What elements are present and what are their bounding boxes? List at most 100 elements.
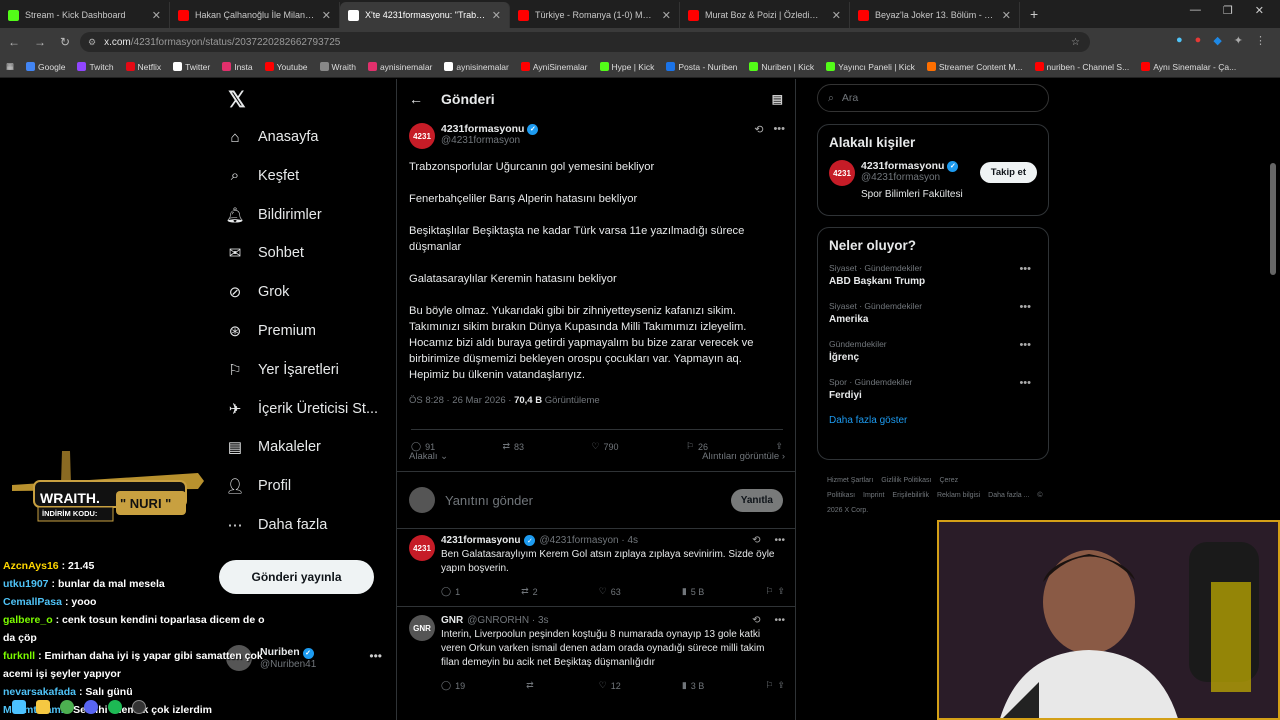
more-icon[interactable]: ••• <box>1019 301 1031 313</box>
follow-button[interactable]: Takip et <box>979 162 1037 183</box>
reply-submit-button[interactable]: Yanıtla <box>730 488 783 512</box>
maximize-icon[interactable]: ❐ <box>1223 4 1233 17</box>
share-action[interactable]: ⚐ ⇪ <box>765 680 785 691</box>
nav-item-8[interactable]: ▤ Makaleler <box>226 438 321 456</box>
trend-item[interactable]: Gündemdekiler İğrenç ••• <box>829 339 1037 363</box>
reply-action[interactable]: ◯ 1 <box>441 586 460 597</box>
show-more-link[interactable]: Daha fazla göster <box>829 415 1037 426</box>
reply-tweet[interactable]: GNR GNR @GNRORHN · 3s ⟲ ••• Interin, Liverpoo… <box>409 615 785 691</box>
footer-link[interactable]: Gizlilik Politikası <box>881 477 931 484</box>
back-icon[interactable]: ← <box>8 35 20 49</box>
nav-item-10[interactable]: ⋯ Daha fazla <box>226 516 328 534</box>
more-icon[interactable]: ••• <box>774 615 785 626</box>
person-name[interactable]: 4231formasyonu ✓ <box>861 160 963 172</box>
avatar[interactable]: 4231 <box>409 123 435 149</box>
browser-tab[interactable]: X'te 4231formasyonu: "Trabzon... ✕ <box>340 2 510 28</box>
spotify-icon[interactable] <box>108 700 122 714</box>
nav-item-1[interactable]: ⌕ Keşfet <box>226 167 299 185</box>
extension-icon[interactable]: ● <box>1195 34 1202 47</box>
views-action[interactable]: ▮ 5 B <box>682 586 704 597</box>
person-row[interactable]: 4231 4231formasyonu ✓ @4231formasyon Spor… <box>829 160 1037 200</box>
trend-item[interactable]: Siyaset · Gündemdekiler Amerika ••• <box>829 301 1037 325</box>
bookmark-item[interactable]: Insta <box>222 62 253 72</box>
footer-link[interactable]: Reklam bilgisi <box>937 492 980 499</box>
reply-author-name[interactable]: 4231formasyonu <box>441 535 520 546</box>
close-tab-icon[interactable]: ✕ <box>152 9 161 22</box>
reply-input[interactable]: Yanıtını gönder <box>445 493 533 508</box>
bookmark-item[interactable]: AyniSinemalar <box>520 62 588 72</box>
close-tab-icon[interactable]: ✕ <box>492 9 501 22</box>
grok-icon[interactable]: ⟲ <box>752 615 760 626</box>
footer-link[interactable]: Erişilebilirlik <box>892 492 929 499</box>
address-bar[interactable]: ⚙ x.com/4231formasyon/status/20372202826… <box>80 32 1090 52</box>
bookmark-item[interactable]: aynisinemalar <box>444 62 509 72</box>
back-arrow-icon[interactable]: ← <box>409 91 423 107</box>
obs-icon[interactable] <box>132 700 146 714</box>
browser-tab[interactable]: Beyaz'la Joker 13. Bölüm - YouT... ✕ <box>850 2 1020 28</box>
windows-start-icon[interactable] <box>12 700 26 714</box>
chrome-icon[interactable] <box>60 700 74 714</box>
close-tab-icon[interactable]: ✕ <box>322 9 331 22</box>
nav-item-0[interactable]: ⌂ Anasayfa <box>226 128 318 146</box>
bookmark-item[interactable]: Hype | Kick <box>599 62 654 72</box>
footer-link[interactable]: Daha fazla ... <box>988 492 1029 499</box>
bookmark-item[interactable]: Youtube <box>264 62 308 72</box>
bookmark-item[interactable]: Twitch <box>77 62 114 72</box>
nav-item-6[interactable]: ⚐ Yer İşaretleri <box>226 361 339 379</box>
new-tab-icon[interactable]: + <box>1020 6 1048 28</box>
minimize-icon[interactable]: — <box>1190 4 1201 17</box>
close-tab-icon[interactable]: ✕ <box>832 9 841 22</box>
close-tab-icon[interactable]: ✕ <box>1002 9 1011 22</box>
reply-tweet[interactable]: 4231 4231formasyonu ✓ @4231formasyon · 4s ⟲ •… <box>409 535 785 597</box>
file-explorer-icon[interactable] <box>36 700 50 714</box>
retweet-action[interactable]: ⇄ <box>526 680 538 691</box>
apps-icon[interactable]: ▦ <box>6 61 14 72</box>
grok-icon[interactable]: ⟲ <box>754 123 763 136</box>
more-icon[interactable]: ••• <box>1019 263 1031 275</box>
tweet-author-name[interactable]: 4231formasyonu ✓ <box>441 123 539 135</box>
retweet-action[interactable]: ⇄ 2 <box>521 586 538 597</box>
more-icon[interactable]: ••• <box>1019 377 1031 389</box>
bookmark-item[interactable]: Aynı Sinemalar - Ça... <box>1141 62 1236 72</box>
forward-icon[interactable]: → <box>34 35 46 49</box>
nav-item-2[interactable]: 🔔︎ Bildirimler <box>225 206 321 224</box>
scrollbar[interactable] <box>1270 163 1276 275</box>
puzzle-icon[interactable]: ✦ <box>1234 34 1243 47</box>
tweet-timestamp[interactable]: ÖS 8:28 · 26 Mar 2026 · <box>409 395 514 406</box>
browser-tab[interactable]: Stream - Kick Dashboard ✕ <box>0 2 170 28</box>
like-action[interactable]: ♡ 63 <box>599 586 621 597</box>
more-icon[interactable]: ••• <box>369 649 382 663</box>
footer-link[interactable]: Imprint <box>863 492 884 499</box>
sort-dropdown[interactable]: Alakalı ⌄ <box>409 451 448 462</box>
trend-item[interactable]: Spor · Gündemdekiler Ferdiyi ••• <box>829 377 1037 401</box>
bookmark-star-icon[interactable]: ☆ <box>1071 37 1080 48</box>
search-input[interactable]: ⌕ Ara <box>817 84 1049 112</box>
like-action[interactable]: ♡ 12 <box>599 680 621 691</box>
browser-tab[interactable]: Türkiye - Romanya (1-0) Maç Ö... ✕ <box>510 2 680 28</box>
bookmark-item[interactable]: Nuriben | Kick <box>749 62 814 72</box>
bookmark-item[interactable]: Posta - Nuriben <box>666 62 737 72</box>
nav-item-9[interactable]: 👤︎ Profil <box>225 477 291 495</box>
reply-action[interactable]: ◯ 19 <box>441 680 465 691</box>
site-info-icon[interactable]: ⚙ <box>88 37 96 48</box>
more-icon[interactable]: ••• <box>774 535 785 546</box>
discord-icon[interactable] <box>84 700 98 714</box>
browser-tab[interactable]: Hakan Çalhanoğlu İle Milano'da... ✕ <box>170 2 340 28</box>
browser-tab[interactable]: Murat Boz & Poizi | Özledim | R... ✕ <box>680 2 850 28</box>
reload-icon[interactable]: ↻ <box>60 35 70 49</box>
reply-author-name[interactable]: GNR <box>441 615 463 626</box>
grok-icon[interactable]: ⟲ <box>752 535 760 546</box>
avatar[interactable]: GNR <box>409 615 435 641</box>
view-quotes-link[interactable]: Alıntıları görüntüle › <box>702 451 785 462</box>
bookmark-item[interactable]: Streamer Content M... <box>926 62 1023 72</box>
bookmark-item[interactable]: Yayıncı Paneli | Kick <box>826 62 915 72</box>
reader-icon[interactable]: ▤ <box>772 92 783 106</box>
nav-item-7[interactable]: ✈ İçerik Üreticisi St... <box>226 400 378 418</box>
extension-icon[interactable]: ● <box>1176 34 1183 47</box>
more-icon[interactable]: ••• <box>773 123 785 136</box>
close-window-icon[interactable]: ✕ <box>1255 4 1264 17</box>
trend-item[interactable]: Siyaset · Gündemdekiler ABD Başkanı Trump… <box>829 263 1037 287</box>
bookmark-item[interactable]: Netflix <box>125 62 161 72</box>
shield-icon[interactable]: ◆ <box>1213 34 1221 47</box>
close-tab-icon[interactable]: ✕ <box>662 9 671 22</box>
